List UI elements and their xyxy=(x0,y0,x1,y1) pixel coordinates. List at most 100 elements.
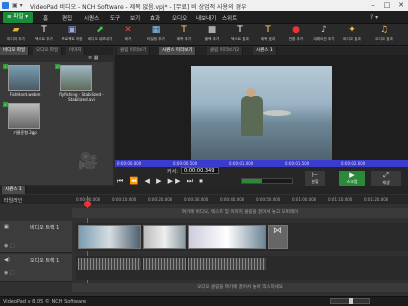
quick-access-icon[interactable]: ▣ ▾ xyxy=(12,2,23,9)
zoom-slider-thumb[interactable] xyxy=(349,298,353,304)
help-icon[interactable]: ? ▾ xyxy=(370,14,378,21)
volume-level xyxy=(242,179,262,183)
timeline-ruler[interactable]: 타임라인 0:00:00.000 0:00:10.000 0:00:20.000… xyxy=(0,195,408,204)
audio-track-lane xyxy=(76,256,408,280)
maximize-icon[interactable]: □ xyxy=(380,0,394,11)
check-icon: ✓ xyxy=(3,64,8,69)
time-mark: 0:00:40.000 xyxy=(220,197,245,202)
add-black-button[interactable]: ■ 블랙 추가 xyxy=(198,25,226,45)
preview-tabs: 클립 미리보기 시퀀스 미리보기 클립 미리보기2 시퀀스 1 xyxy=(115,47,408,55)
transport-controls[interactable]: ⏮ ⏪ ◀ ▶ ▶▶ ⏭ ⏹ xyxy=(117,177,205,186)
position-field[interactable]: 0:00:00.349 xyxy=(181,167,219,174)
mute-icon[interactable]: ◉ ⬚ xyxy=(4,270,15,276)
tab-audio-files[interactable]: 오디오 파일 xyxy=(33,47,63,55)
menu-item-tools[interactable]: 도구 xyxy=(110,14,120,22)
bin-thumbnail[interactable] xyxy=(8,103,40,129)
add-narration-button[interactable]: ♪ 내레이션 추가 xyxy=(310,25,338,45)
menu-item-effects[interactable]: 효과 xyxy=(150,14,160,22)
menu-item-suite[interactable]: 스위트 xyxy=(222,14,237,22)
ruler-mark: 0:00:01.500 xyxy=(285,161,310,166)
text-effect-button[interactable]: T 텍스트 효과 xyxy=(226,25,254,45)
volume-meter xyxy=(241,178,293,184)
add-media-button[interactable]: ▰ 미디어 추가 xyxy=(2,25,30,45)
bin-tabs: 비디오 파일 오디오 파일 이미지 xyxy=(0,47,113,55)
check-icon: ✓ xyxy=(55,64,60,69)
tab-sequence-1[interactable]: 시퀀스 1 xyxy=(253,47,277,55)
ruler-mark: 0:00:02.000 xyxy=(341,161,366,166)
add-text-button[interactable]: T 텍스트 추가 xyxy=(30,25,58,45)
status-text: VideoPad v 8.05 © NCH Software xyxy=(3,299,87,305)
text-fx-icon: T xyxy=(237,25,243,35)
tile-icon: ▦ xyxy=(151,25,161,35)
bin-thumbnail[interactable] xyxy=(60,65,92,91)
tab-images[interactable]: 이미지 xyxy=(66,47,86,55)
status-bar: VideoPad v 8.05 © NCH Software xyxy=(0,296,408,306)
tab-clip-preview-2[interactable]: 클립 미리보기2 xyxy=(207,47,244,55)
add-transition-button[interactable]: ● 전환 추가 xyxy=(282,25,310,45)
video-effects-button[interactable]: ✦ 비디오 효과 xyxy=(338,25,366,45)
video-frame[interactable] xyxy=(191,66,332,161)
bin-thumbnail[interactable] xyxy=(8,65,40,91)
video-track-header[interactable]: ▣ 비디오 트랙 1 ◉ ⬚ xyxy=(0,221,72,253)
close-icon[interactable]: ✕ xyxy=(394,0,408,11)
add-tile-button[interactable]: ▦ 타일링 추가 xyxy=(142,25,170,45)
menu-item-home[interactable]: 홈 xyxy=(43,14,48,22)
video-clip[interactable] xyxy=(143,225,186,249)
ruler-mark: 0:00:00.500 xyxy=(173,161,198,166)
timeline-label: 타임라인 xyxy=(4,198,23,204)
remove-button[interactable]: ✕ 제거 xyxy=(114,25,142,45)
timeline-tabs: 시퀀스 1 xyxy=(0,186,408,194)
time-mark: 0:00:30.000 xyxy=(184,197,209,202)
app-icon xyxy=(2,2,9,9)
tab-sequence-1[interactable]: 시퀀스 1 xyxy=(2,186,26,194)
tab-sequence-preview[interactable]: 시퀀스 미리보기 xyxy=(159,47,197,55)
playback-icon: ⤢ xyxy=(383,171,389,179)
title-bar: ▣ ▾ VideoPad 비디오 - NCH Software - 제목 없음.… xyxy=(0,0,408,11)
audio-clip[interactable] xyxy=(143,258,186,270)
preview-ruler[interactable]: 0:00:00.000 0:00:00.500 0:00:01.000 0:00… xyxy=(115,160,408,167)
tab-clip-preview[interactable]: 클립 미리보기 xyxy=(117,47,151,55)
add-title-button[interactable]: T 제목 추가 xyxy=(170,25,198,45)
video-fx-icon: ✦ xyxy=(348,25,356,35)
track-icon: ▣ xyxy=(4,224,9,230)
menu-item-audio[interactable]: 오디오 xyxy=(172,14,187,22)
save-project-button[interactable]: ▣ 프로젝트 저장 xyxy=(58,25,86,45)
toolbar: ▰ 미디어 추가 T 텍스트 추가 ▣ 프로젝트 저장 ⬈ 비디오 내보내기 ✕ 제거 ▦… xyxy=(0,24,408,46)
title-icon: T xyxy=(181,25,187,35)
audio-track-label: 오디오 트랙 1 xyxy=(30,258,60,264)
audio-effects-button[interactable]: ♫ 오디오 효과 xyxy=(370,25,398,45)
video-overlay-hint: 여기에 비디오, 텍스트 및 이미지 클립을 끌어서 놓고 오버레이 xyxy=(72,208,408,218)
title-effect-button[interactable]: T 제목 효과 xyxy=(254,25,282,45)
export-video-button[interactable]: ⬈ 비디오 내보내기 xyxy=(86,25,114,45)
camera-icon: 🎥 xyxy=(78,151,98,170)
media-bin: 비디오 파일 오디오 파일 이미지 ≡ ▦ ✓ FishHard.webm ✓ … xyxy=(0,47,113,185)
bin-menu-icon[interactable]: ≡ ▦ xyxy=(88,55,99,61)
video-clip[interactable] xyxy=(78,225,141,249)
minimize-icon[interactable]: – xyxy=(366,0,380,11)
scrub-icon: ▶ xyxy=(349,171,355,179)
bin-toolbar: ≡ ▦ xyxy=(0,55,113,62)
ruler-mark: 0:00:01.000 xyxy=(229,161,254,166)
transition-icon: ● xyxy=(292,25,300,35)
bin-item-name: 기울준형.3gp xyxy=(13,130,37,135)
menu-item-view[interactable]: 보기 xyxy=(130,14,140,22)
split-label: 분할 xyxy=(311,179,319,184)
playhead-handle[interactable] xyxy=(84,201,91,207)
video-clip[interactable] xyxy=(188,225,266,249)
audio-track-header[interactable]: ◀) 오디오 트랙 1 ◉ ⬚ xyxy=(0,254,72,282)
audio-clip[interactable] xyxy=(188,258,266,270)
tab-video-files[interactable]: 비디오 파일 xyxy=(0,47,30,55)
timeline-panel: 시퀀스 1 타임라인 0:00:00.000 0:00:10.000 0:00:… xyxy=(0,186,408,296)
eye-icon[interactable]: ◉ ⬚ xyxy=(4,243,15,249)
menu-item-export[interactable]: 내보내기 xyxy=(196,14,216,22)
transition-icon: ⋈ xyxy=(273,226,282,236)
person-figure xyxy=(241,96,263,136)
menu-item-sequence[interactable]: 시퀀스 xyxy=(84,14,99,22)
audio-clip[interactable] xyxy=(78,258,141,270)
export-icon: ⬈ xyxy=(96,25,104,35)
file-menu-button[interactable]: ≡ 파일 ▾ xyxy=(3,12,33,23)
folder-plus-icon: ▰ xyxy=(12,25,20,35)
menu-item-edit[interactable]: 편집 xyxy=(62,14,72,22)
video-track-lane: ⋈ xyxy=(76,223,408,251)
zoom-slider[interactable] xyxy=(330,298,370,304)
